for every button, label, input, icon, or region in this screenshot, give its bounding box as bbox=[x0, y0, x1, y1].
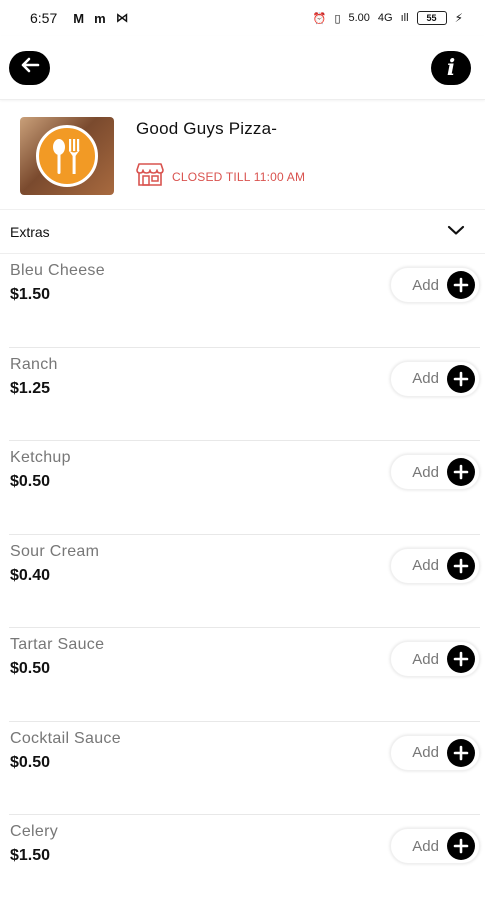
item-name: Cocktail Sauce bbox=[10, 729, 121, 747]
item-price: $0.50 bbox=[10, 660, 51, 677]
store-status: CLOSED TILL 11:00 AM bbox=[136, 161, 305, 192]
plus-icon bbox=[447, 458, 475, 486]
extras-list: Bleu Cheese $1.50 Add Ranch $1.25 Add Ke… bbox=[0, 254, 485, 900]
add-button[interactable]: Add bbox=[390, 454, 480, 490]
item-text: Cocktail Sauce $0.50 bbox=[9, 730, 121, 772]
status-left: 6:57 M m ⋈ bbox=[30, 10, 129, 26]
add-label: Add bbox=[412, 837, 439, 855]
add-button[interactable]: Add bbox=[390, 547, 480, 584]
notification-icon-m2: m bbox=[94, 10, 106, 26]
add-button[interactable]: Add bbox=[390, 360, 480, 397]
chevron-down-icon[interactable] bbox=[447, 223, 465, 241]
list-item: Celery $1.50 Add bbox=[9, 815, 480, 900]
plus-icon bbox=[447, 738, 475, 767]
list-item: Ketchup $0.50 Add bbox=[9, 441, 480, 535]
back-button[interactable] bbox=[9, 50, 50, 85]
add-button[interactable]: Add bbox=[390, 734, 480, 771]
item-price: $0.50 bbox=[10, 473, 51, 490]
section-header-extras[interactable]: Extras bbox=[0, 210, 485, 254]
network-type-icon: 4G bbox=[377, 12, 393, 24]
item-name: Tartar Sauce bbox=[10, 636, 105, 653]
add-button[interactable]: Add bbox=[390, 828, 480, 864]
item-name: Ketchup bbox=[10, 449, 71, 466]
info-button[interactable]: i bbox=[431, 50, 471, 85]
status-bar: 6:57 M m ⋈ ⏰ ▯ 5.00 4G ıll 55 ⚡ bbox=[0, 0, 485, 36]
signal-icon: ıll bbox=[400, 12, 409, 24]
item-text: Tartar Sauce $0.50 bbox=[9, 636, 104, 678]
item-text: Bleu Cheese $1.50 bbox=[9, 262, 105, 304]
add-label: Add bbox=[412, 744, 439, 761]
list-item: Tartar Sauce $0.50 Add bbox=[9, 628, 480, 722]
plus-icon bbox=[447, 271, 475, 299]
back-arrow-icon bbox=[20, 57, 40, 78]
list-item: Bleu Cheese $1.50 Add bbox=[9, 254, 480, 348]
list-item: Sour Cream $0.40 Add bbox=[9, 535, 480, 628]
plus-icon bbox=[447, 364, 475, 393]
plus-icon bbox=[447, 551, 475, 580]
add-label: Add bbox=[412, 650, 439, 668]
fork-spoon-icon bbox=[36, 125, 98, 187]
network-speed-text: 5.00 bbox=[348, 12, 370, 24]
item-text: Ketchup $0.50 bbox=[9, 449, 71, 491]
store-logo bbox=[20, 117, 114, 195]
item-text: Celery $1.50 bbox=[9, 823, 58, 865]
battery-icon: 55 bbox=[416, 11, 447, 25]
status-right: ⏰ ▯ 5.00 4G ıll 55 ⚡ bbox=[313, 11, 463, 25]
info-icon: i bbox=[446, 54, 456, 81]
item-price: $0.50 bbox=[10, 753, 51, 771]
store-header: Good Guys Pizza- CLOSED TILL 11:00 AM bbox=[0, 100, 485, 210]
status-time: 6:57 bbox=[30, 10, 58, 26]
section-title: Extras bbox=[10, 223, 50, 240]
list-item: Cocktail Sauce $0.50 Add bbox=[9, 722, 480, 815]
alarm-icon: ⏰ bbox=[312, 12, 327, 25]
store-status-text: CLOSED TILL 11:00 AM bbox=[172, 169, 306, 184]
add-button[interactable]: Add bbox=[390, 641, 480, 677]
charging-icon: ⚡ bbox=[454, 11, 463, 25]
app-bar: i bbox=[0, 36, 485, 100]
item-name: Sour Cream bbox=[10, 542, 100, 560]
item-name: Bleu Cheese bbox=[10, 262, 105, 279]
item-price: $0.40 bbox=[10, 566, 51, 584]
item-name: Ranch bbox=[10, 355, 58, 373]
add-label: Add bbox=[412, 370, 439, 387]
notification-icon-m1: M bbox=[73, 10, 85, 26]
add-label: Add bbox=[412, 463, 439, 481]
item-price: $1.50 bbox=[10, 286, 51, 303]
list-item: Ranch $1.25 Add bbox=[9, 348, 480, 441]
add-label: Add bbox=[412, 557, 439, 574]
add-button[interactable]: Add bbox=[390, 267, 480, 303]
store-name: Good Guys Pizza- bbox=[136, 119, 278, 138]
store-info: Good Guys Pizza- CLOSED TILL 11:00 AM bbox=[136, 117, 305, 192]
store-front-icon bbox=[136, 161, 164, 192]
vibrate-icon: ▯ bbox=[334, 12, 341, 25]
item-text: Ranch $1.25 bbox=[9, 356, 58, 398]
item-price: $1.50 bbox=[10, 847, 51, 864]
plus-icon bbox=[447, 645, 475, 673]
item-text: Sour Cream $0.40 bbox=[9, 543, 99, 585]
item-name: Celery bbox=[10, 823, 59, 840]
item-price: $1.25 bbox=[10, 379, 51, 397]
notification-icon-mail: ⋈ bbox=[115, 10, 129, 25]
add-label: Add bbox=[412, 276, 439, 294]
plus-icon bbox=[447, 832, 475, 860]
